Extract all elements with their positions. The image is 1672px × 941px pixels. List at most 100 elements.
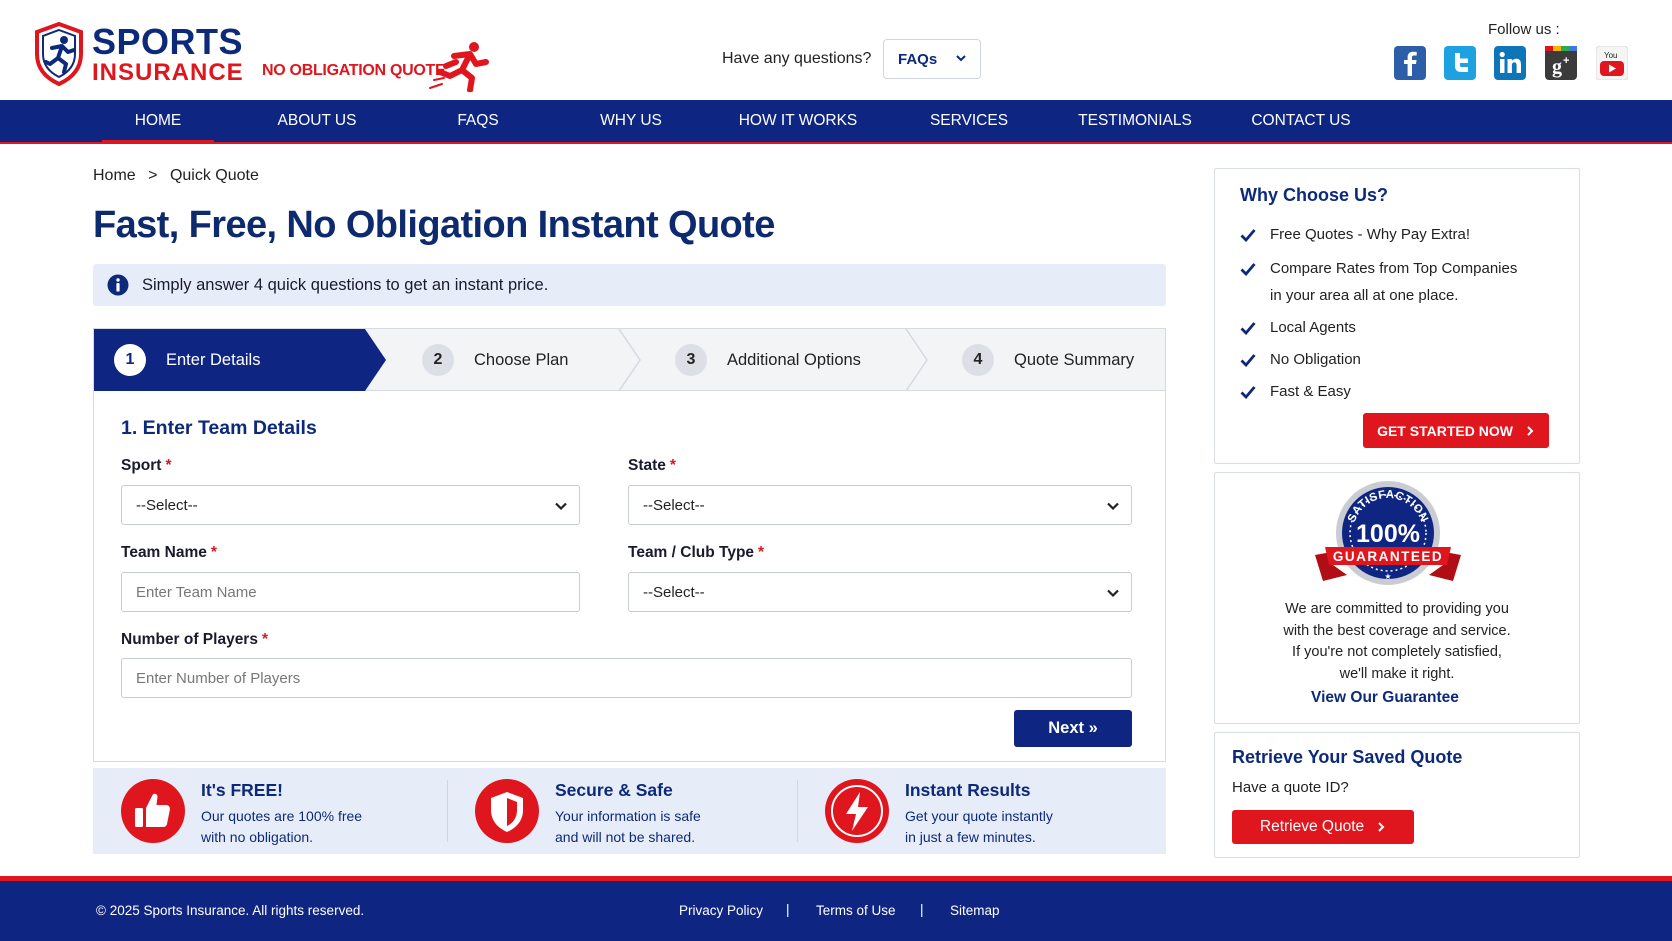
chevron-right-icon: [1378, 822, 1385, 832]
site-header: SPORTS INSURANCE NO OBLIGATION QUOTE Hav…: [0, 0, 1672, 100]
why-choose-us-card: Why Choose Us? Free Quotes - Why Pay Ext…: [1214, 168, 1580, 464]
view-guarantee-link[interactable]: View Our Guarantee: [1215, 689, 1555, 707]
page-title: Fast, Free, No Obligation Instant Quote: [93, 204, 775, 246]
site-logo[interactable]: SPORTS INSURANCE: [34, 22, 244, 86]
club-type-select-value: --Select--: [643, 583, 705, 601]
step-label: Enter Details: [166, 350, 261, 369]
follow-us-label: Follow us :: [1488, 21, 1560, 38]
feature-divider: [797, 780, 798, 842]
step-label: Quote Summary: [1014, 350, 1135, 369]
facebook-icon[interactable]: [1394, 46, 1426, 80]
feature-secure: Secure & Safe Your information is safe an…: [475, 768, 795, 854]
youtube-icon[interactable]: You: [1596, 46, 1628, 80]
retrieve-quote-subtitle: Have a quote ID?: [1232, 779, 1349, 796]
nav-faqs[interactable]: FAQS: [438, 100, 518, 142]
nav-testimonials[interactable]: TESTIMONIALS: [1073, 100, 1197, 142]
nav-why-us[interactable]: WHY US: [588, 100, 674, 142]
svg-text:GUARANTEED: GUARANTEED: [1333, 549, 1443, 564]
breadcrumb-separator: >: [148, 167, 158, 184]
step-quote-summary[interactable]: 4 Quote Summary: [962, 329, 1134, 391]
footer-link-sitemap[interactable]: Sitemap: [950, 903, 1000, 918]
form-section-title: 1. Enter Team Details: [121, 417, 317, 439]
thumbs-up-icon: [121, 779, 185, 843]
faq-dropdown[interactable]: FAQs: [883, 39, 981, 79]
guarantee-text: We are committed to providing you with t…: [1283, 601, 1511, 682]
svg-text:100%: 100%: [1356, 520, 1420, 548]
step-number: 4: [962, 344, 994, 376]
footer-separator: |: [786, 902, 790, 917]
step-additional-options[interactable]: 3 Additional Options: [675, 329, 861, 391]
state-select[interactable]: --Select--: [628, 485, 1132, 525]
lightning-icon: [825, 779, 889, 843]
step-number: 3: [675, 344, 707, 376]
nav-services[interactable]: SERVICES: [922, 100, 1016, 142]
nav-about-us[interactable]: ABOUT US: [262, 100, 372, 142]
info-banner: Simply answer 4 quick questions to get a…: [93, 264, 1166, 306]
step-label: Additional Options: [727, 350, 861, 369]
satisfaction-guarantee-badge: SATISFACTION 100% GUARANTEED ★: [1315, 481, 1461, 585]
team-name-placeholder: Enter Team Name: [136, 583, 257, 601]
sport-select[interactable]: --Select--: [121, 485, 580, 525]
shield-icon: [475, 779, 539, 843]
feature-title: It's FREE!: [201, 780, 283, 800]
state-label: State *: [628, 457, 676, 474]
breadcrumb-home[interactable]: Home: [93, 167, 136, 184]
guarantee-card: SATISFACTION 100% GUARANTEED ★ We are co…: [1214, 472, 1580, 724]
club-type-select[interactable]: --Select--: [628, 572, 1132, 612]
footer-link-privacy[interactable]: Privacy Policy: [679, 903, 763, 918]
questions-text: Have any questions?: [722, 50, 872, 67]
runner-icon: [429, 42, 489, 92]
tagline: NO OBLIGATION QUOTE: [262, 62, 446, 79]
twitter-icon[interactable]: [1444, 46, 1476, 80]
check-icon: [1240, 386, 1256, 399]
feature-description: Our quotes are 100% free with no obligati…: [201, 808, 363, 845]
feature-free: It's FREE! Our quotes are 100% free with …: [121, 768, 441, 854]
chevron-down-icon: [1107, 502, 1119, 511]
step-choose-plan[interactable]: 2 Choose Plan: [422, 329, 568, 391]
footer-link-terms[interactable]: Terms of Use: [816, 903, 896, 918]
team-name-input[interactable]: Enter Team Name: [121, 572, 580, 612]
linkedin-icon[interactable]: [1494, 46, 1526, 80]
retrieve-quote-button[interactable]: Retrieve Quote: [1232, 810, 1414, 844]
players-placeholder: Enter Number of Players: [136, 669, 301, 687]
svg-text:You: You: [1604, 51, 1618, 60]
faq-dropdown-value: FAQs: [898, 50, 938, 68]
info-text: Simply answer 4 quick questions to get a…: [142, 275, 549, 294]
breadcrumb: Home > Quick Quote: [93, 167, 267, 185]
chevron-down-icon: [956, 55, 966, 62]
svg-text:g: g: [1552, 56, 1562, 78]
chevron-down-icon: [555, 502, 567, 511]
site-footer: © 2025 Sports Insurance. All rights rese…: [0, 881, 1672, 941]
why-choose-us-title: Why Choose Us?: [1240, 185, 1389, 205]
chevron-right-icon: [1527, 425, 1534, 436]
check-icon: [1240, 322, 1256, 335]
nav-how-it-works[interactable]: HOW IT WORKS: [736, 100, 860, 142]
step-enter-details[interactable]: 1 Enter Details: [114, 329, 260, 391]
check-icon: [1240, 229, 1256, 242]
nav-contact-us[interactable]: CONTACT US: [1247, 100, 1355, 142]
info-icon: [107, 274, 129, 296]
get-started-button[interactable]: GET STARTED NOW: [1363, 413, 1549, 448]
sport-select-value: --Select--: [136, 496, 198, 514]
step-number: 2: [422, 344, 454, 376]
google-plus-icon[interactable]: g +: [1545, 46, 1577, 80]
shield-logo-icon: [35, 22, 83, 86]
players-input[interactable]: Enter Number of Players: [121, 658, 1132, 698]
nav-home[interactable]: HOME: [102, 100, 214, 144]
logo-text-insurance: INSURANCE: [92, 58, 244, 86]
chevron-down-icon: [1107, 589, 1119, 598]
main-nav: HOME ABOUT US FAQS WHY US HOW IT WORKS S…: [0, 100, 1672, 144]
features-strip: It's FREE! Our quotes are 100% free with …: [93, 768, 1166, 854]
feature-divider: [447, 780, 448, 842]
svg-text:+: +: [1563, 55, 1569, 67]
retrieve-quote-card: Retrieve Your Saved Quote Have a quote I…: [1214, 732, 1580, 858]
quote-form-panel: 1 Enter Details 2 Choose Plan 3 Addition…: [93, 328, 1166, 762]
next-button[interactable]: Next »: [1014, 710, 1132, 747]
team-name-label: Team Name *: [121, 544, 217, 561]
players-label: Number of Players *: [121, 631, 269, 648]
feature-instant: Instant Results Get your quote instantly…: [825, 768, 1145, 854]
svg-text:★: ★: [1384, 572, 1391, 581]
logo-text-sports: SPORTS: [92, 20, 244, 62]
step-progress: 1 Enter Details 2 Choose Plan 3 Addition…: [94, 329, 1165, 391]
breadcrumb-current: Quick Quote: [169, 167, 259, 184]
